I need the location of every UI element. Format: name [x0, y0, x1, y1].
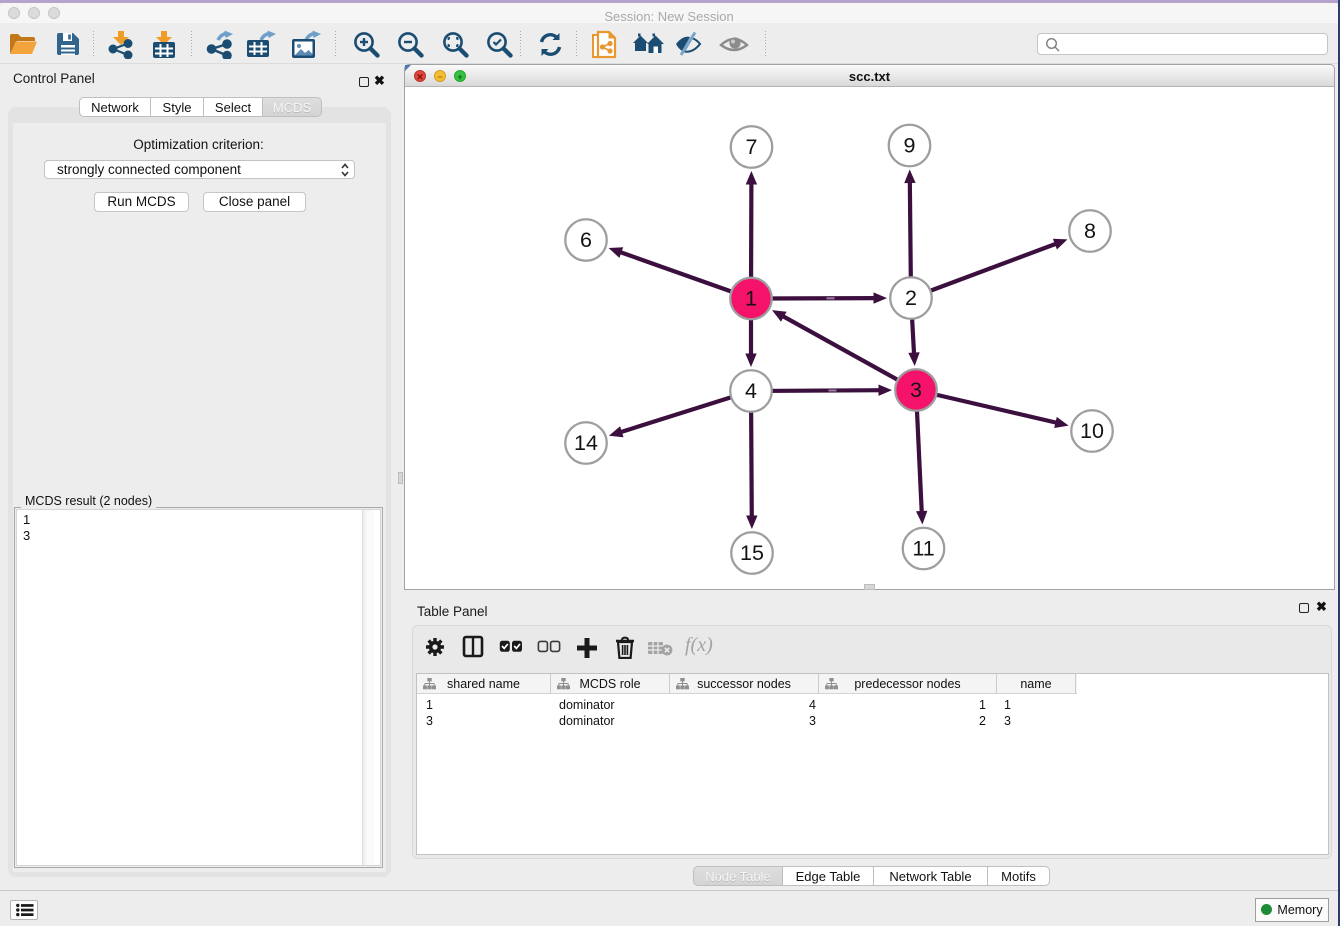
svg-text:1: 1 [745, 287, 757, 311]
svg-text:4: 4 [745, 379, 757, 403]
svg-text:8: 8 [1084, 219, 1096, 243]
svg-text:2: 2 [905, 286, 917, 310]
svg-text:14: 14 [574, 431, 598, 455]
svg-text:11: 11 [912, 537, 934, 561]
svg-text:3: 3 [910, 378, 922, 402]
svg-text:10: 10 [1080, 419, 1104, 443]
svg-text:7: 7 [746, 135, 758, 159]
svg-text:6: 6 [580, 228, 592, 252]
svg-text:9: 9 [904, 134, 916, 158]
svg-text:15: 15 [740, 541, 764, 565]
